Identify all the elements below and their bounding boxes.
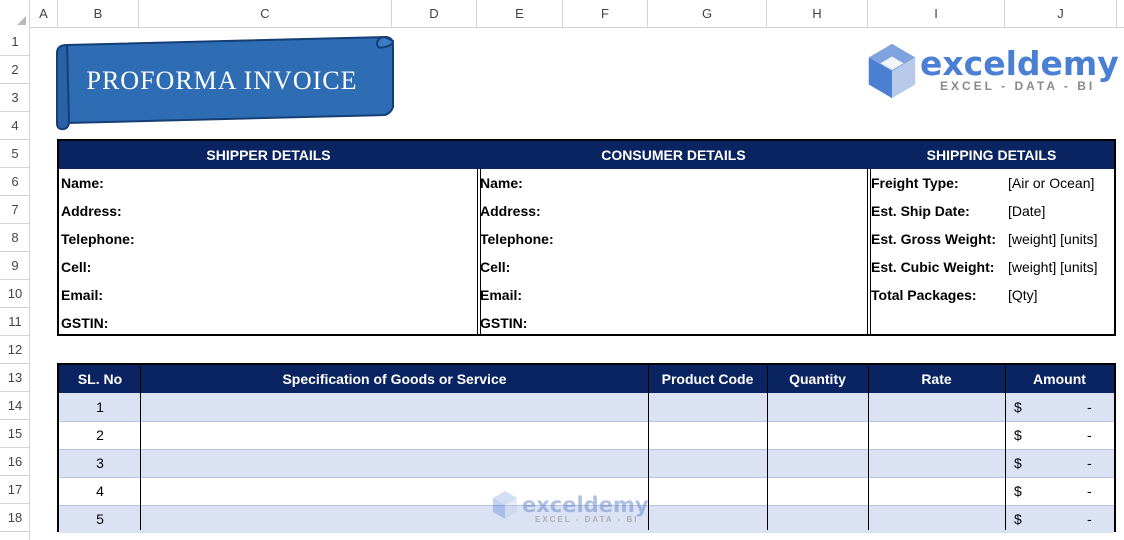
consumer-address-label[interactable]: Address: [480, 197, 541, 225]
row-header-13[interactable]: 13 [0, 364, 30, 392]
watermark-wordmark: exceldemy [522, 493, 649, 517]
details-table: SHIPPER DETAILS CONSUMER DETAILS SHIPPIN… [57, 139, 1116, 336]
currency-cell[interactable]: $ [1014, 477, 1022, 505]
row-header-6[interactable]: 6 [0, 168, 30, 196]
row-header-4[interactable]: 4 [0, 112, 30, 140]
quantity-header[interactable]: Quantity [767, 365, 868, 393]
amount-cell[interactable]: - [1087, 393, 1092, 421]
shipper-name-label[interactable]: Name: [61, 169, 104, 197]
column-header-e[interactable]: E [477, 0, 563, 28]
row-header-10[interactable]: 10 [0, 280, 30, 308]
column-header-f[interactable]: F [563, 0, 648, 28]
amount-cell[interactable]: - [1087, 421, 1092, 449]
consumer-telephone-label[interactable]: Telephone: [480, 225, 554, 253]
divider [1005, 365, 1006, 530]
invoice-title: PROFORMA INVOICE [86, 66, 358, 95]
ship-date-label[interactable]: Est. Ship Date: [871, 197, 970, 225]
shipper-cell-label[interactable]: Cell: [61, 253, 91, 281]
currency-cell[interactable]: $ [1014, 393, 1022, 421]
total-packages-label[interactable]: Total Packages: [871, 281, 977, 309]
specification-header[interactable]: Specification of Goods or Service [141, 365, 648, 393]
currency-cell[interactable]: $ [1014, 449, 1022, 477]
sl-no-header[interactable]: SL. No [59, 365, 141, 393]
exceldemy-logo-icon [868, 43, 916, 99]
row-header-11[interactable]: 11 [0, 308, 30, 336]
row-header-16[interactable]: 16 [0, 448, 30, 476]
select-all-corner[interactable] [0, 0, 30, 28]
shipper-gstin-label[interactable]: GSTIN: [61, 309, 108, 337]
sl-no-cell[interactable]: 5 [59, 505, 141, 533]
column-header-j[interactable]: J [1005, 0, 1117, 28]
logo-tagline: EXCEL - DATA - BI [940, 79, 1096, 93]
cubic-weight-value[interactable]: [weight] [units] [1008, 253, 1098, 281]
amount-header[interactable]: Amount [1005, 365, 1114, 393]
ship-date-value[interactable]: [Date] [1008, 197, 1045, 225]
divider [767, 365, 768, 530]
currency-cell[interactable]: $ [1014, 421, 1022, 449]
row-header-14[interactable]: 14 [0, 392, 30, 420]
column-header-a[interactable]: A [30, 0, 58, 28]
row-header-12[interactable]: 12 [0, 336, 30, 364]
consumer-name-label[interactable]: Name: [480, 169, 523, 197]
table-row[interactable]: 3 $ - [59, 449, 1114, 477]
shipper-details-header: SHIPPER DETAILS [59, 141, 478, 169]
shipper-address-label[interactable]: Address: [61, 197, 122, 225]
column-header-b[interactable]: B [58, 0, 139, 28]
row-header-8[interactable]: 8 [0, 224, 30, 252]
consumer-cell-label[interactable]: Cell: [480, 253, 510, 281]
sl-no-cell[interactable]: 4 [59, 477, 141, 505]
row-header-7[interactable]: 7 [0, 196, 30, 224]
gross-weight-label[interactable]: Est. Gross Weight: [871, 225, 996, 253]
consumer-gstin-label[interactable]: GSTIN: [480, 309, 527, 337]
freight-type-label[interactable]: Freight Type: [871, 169, 959, 197]
consumer-details-header: CONSUMER DETAILS [478, 141, 869, 169]
row-header-3[interactable]: 3 [0, 84, 30, 112]
divider [140, 365, 141, 530]
row-header-2[interactable]: 2 [0, 56, 30, 84]
column-header-d[interactable]: D [392, 0, 477, 28]
shipper-telephone-label[interactable]: Telephone: [61, 225, 135, 253]
column-header-bar: A B C D E F G H I J [0, 0, 1124, 28]
column-header-g[interactable]: G [648, 0, 767, 28]
sl-no-cell[interactable]: 1 [59, 393, 141, 421]
column-header-c[interactable]: C [139, 0, 392, 28]
shipper-email-label[interactable]: Email: [61, 281, 103, 309]
total-packages-value[interactable]: [Qty] [1008, 281, 1038, 309]
sl-no-cell[interactable]: 3 [59, 449, 141, 477]
shipping-details-header: SHIPPING DETAILS [869, 141, 1114, 169]
column-header-i[interactable]: I [868, 0, 1005, 28]
amount-cell[interactable]: - [1087, 505, 1092, 533]
divider [867, 169, 868, 334]
row-divider [59, 477, 1114, 478]
amount-cell[interactable]: - [1087, 449, 1092, 477]
watermark-tagline: EXCEL - DATA - BI [535, 515, 639, 524]
divider [868, 365, 869, 530]
column-header-h[interactable]: H [767, 0, 868, 28]
watermark-logo-icon [493, 491, 517, 519]
row-divider [59, 421, 1114, 422]
row-header-9[interactable]: 9 [0, 252, 30, 280]
logo-wordmark: exceldemy [920, 44, 1119, 83]
currency-cell[interactable]: $ [1014, 505, 1022, 533]
amount-cell[interactable]: - [1087, 477, 1092, 505]
row-divider [59, 449, 1114, 450]
cubic-weight-label[interactable]: Est. Cubic Weight: [871, 253, 994, 281]
product-code-header[interactable]: Product Code [648, 365, 767, 393]
row-header-5[interactable]: 5 [0, 140, 30, 168]
divider [477, 169, 478, 334]
row-header-15[interactable]: 15 [0, 420, 30, 448]
row-header-17[interactable]: 17 [0, 476, 30, 504]
gross-weight-value[interactable]: [weight] [units] [1008, 225, 1098, 253]
row-header-1[interactable]: 1 [0, 28, 30, 56]
table-row[interactable]: 2 $ - [59, 421, 1114, 449]
row-header-18[interactable]: 18 [0, 504, 30, 532]
freight-type-value[interactable]: [Air or Ocean] [1008, 169, 1094, 197]
consumer-email-label[interactable]: Email: [480, 281, 522, 309]
sl-no-cell[interactable]: 2 [59, 421, 141, 449]
rate-header[interactable]: Rate [868, 365, 1005, 393]
table-row[interactable]: 1 $ - [59, 393, 1114, 421]
